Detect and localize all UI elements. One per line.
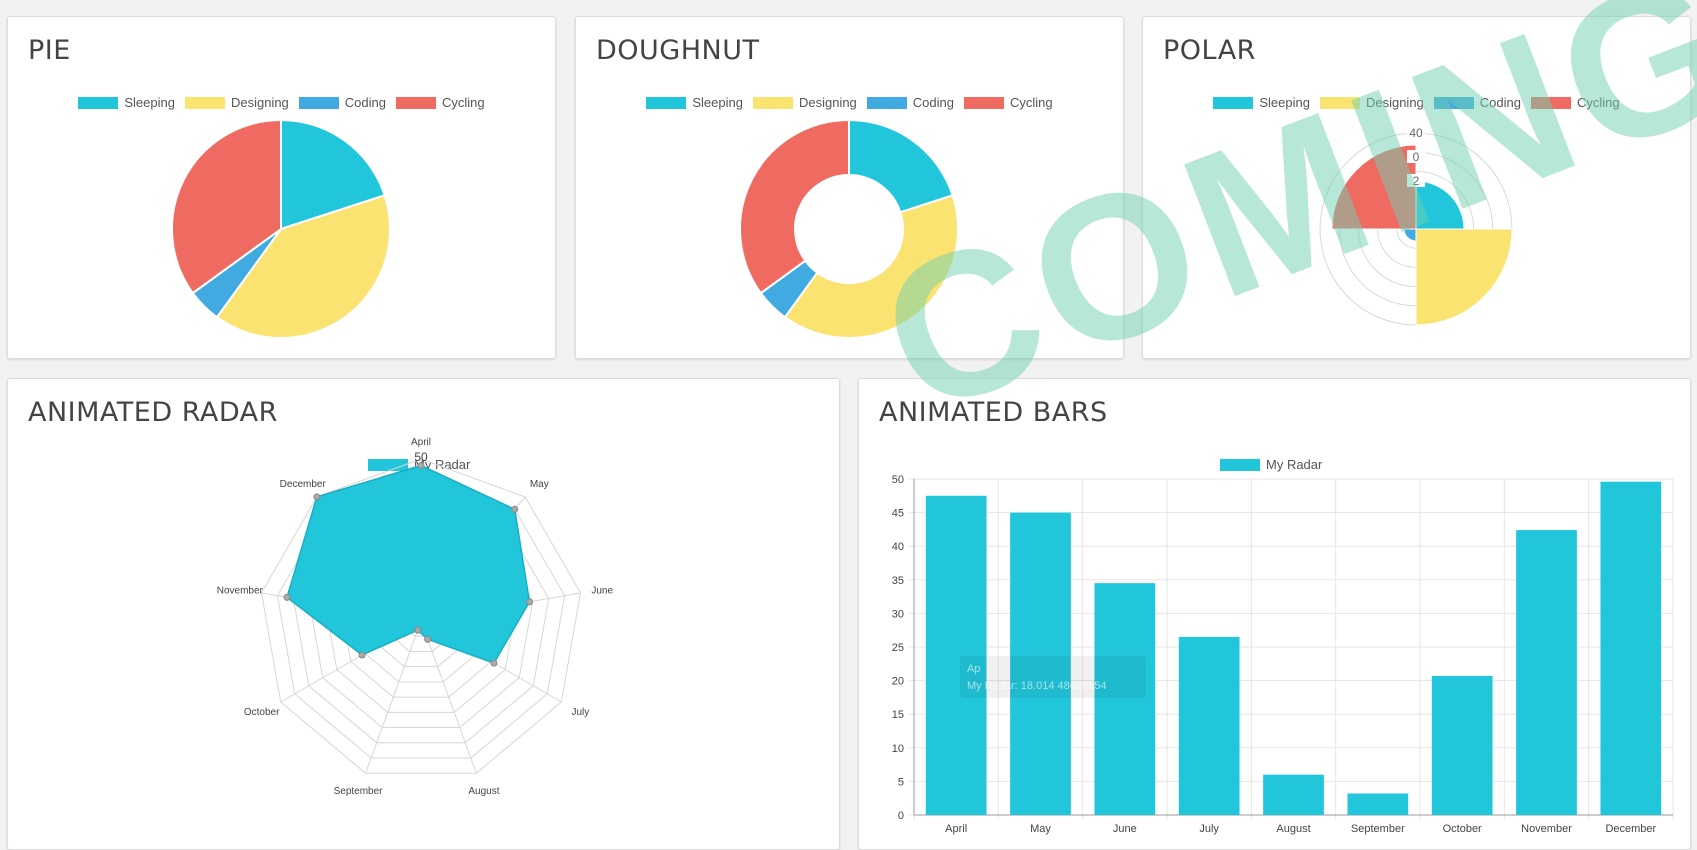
radar-point-october	[358, 651, 366, 659]
radar-axis-label-november: November	[217, 586, 264, 597]
polar-panel: POLAR Sleeping Designing Coding Cycling …	[1142, 16, 1691, 359]
radar-axis-label-july: July	[571, 707, 589, 718]
radar-axis-label-october: October	[244, 707, 280, 718]
radar-point-may	[511, 505, 519, 513]
polar-chart[interactable]: 40 0 2	[1143, 17, 1690, 358]
slice-cycling	[739, 118, 850, 295]
bar-x-tick-label: July	[1199, 823, 1219, 835]
bar-tooltip-value: My Radar: 18.014 48026654	[967, 680, 1106, 692]
bar-october	[1431, 675, 1493, 815]
radar-axis-label-august: August	[468, 786, 499, 797]
radar-area-my-radar	[286, 464, 531, 665]
pie-chart[interactable]	[8, 17, 555, 358]
slice-sleeping	[848, 118, 954, 214]
bar-y-tick-label: 20	[892, 676, 904, 688]
bar-y-tick-label: 15	[892, 709, 904, 721]
bar-june	[1094, 583, 1156, 815]
radar-axis-label-april: April	[411, 437, 431, 448]
radar-point-august	[424, 635, 432, 643]
radar-point-december	[313, 493, 321, 501]
radar-point-november	[283, 593, 291, 601]
radar-point-september	[414, 626, 422, 634]
bar-november	[1516, 530, 1577, 815]
radar-axis-label-december: December	[280, 479, 327, 490]
bar-y-tick-label: 5	[898, 776, 904, 788]
doughnut-chart[interactable]	[576, 17, 1123, 358]
bar-x-tick-label: June	[1113, 823, 1137, 835]
bar-april	[925, 495, 987, 815]
bar-july	[1178, 636, 1240, 815]
radar-tick-label: 50	[414, 450, 428, 464]
bar-august	[1263, 774, 1324, 815]
polar-slice-coding	[1403, 228, 1417, 242]
bar-x-tick-label: October	[1443, 823, 1482, 835]
radar-chart[interactable]: April May June July August September October No…	[8, 379, 839, 849]
bar-tooltip-title: Ap	[967, 663, 980, 675]
bar-y-tick-label: 0	[898, 810, 904, 822]
polar-slice-cycling	[1331, 144, 1417, 230]
bar-chart[interactable]: 0 5 10 15 20 25 30 35 40 45 50 April May June July Augu…	[859, 379, 1690, 849]
radar-axis-label-september: September	[334, 786, 384, 797]
bar-y-tick-label: 40	[892, 541, 904, 553]
bar-y-tick-label: 25	[892, 642, 904, 654]
bar-x-tick-label: April	[945, 823, 967, 835]
bar-september	[1347, 793, 1409, 815]
bar-y-tick-label: 45	[892, 508, 904, 520]
radar-axis-label-may: May	[530, 479, 549, 490]
radar-point-june	[525, 598, 533, 606]
radar-axis-label-june: June	[591, 586, 613, 597]
bar-y-tick-label: 50	[892, 474, 904, 486]
bars-panel: ANIMATED BARS My Radar 0 5 10 15 20 25 30 35 40 4…	[858, 378, 1691, 850]
bar-december	[1600, 481, 1662, 815]
polar-slice-designing	[1415, 228, 1513, 326]
polar-tick-label: 40	[1409, 126, 1423, 140]
polar-tick-label: 0	[1413, 150, 1420, 164]
bar-y-tick-label: 10	[892, 743, 904, 755]
bar-y-tick-label: 30	[892, 608, 904, 620]
radar-panel: ANIMATED RADAR My Radar April May June July…	[7, 378, 840, 850]
bar-x-tick-label: May	[1030, 823, 1051, 835]
bar-y-tick-label: 35	[892, 575, 904, 587]
pie-panel: PIE Sleeping Designing Coding Cycling	[7, 16, 556, 359]
bar-x-tick-label: November	[1521, 823, 1572, 835]
bar-x-tick-label: September	[1351, 823, 1405, 835]
polar-tick-label: 2	[1413, 174, 1420, 188]
bar-x-tick-label: December	[1605, 823, 1656, 835]
bar-x-tick-label: August	[1276, 823, 1310, 835]
radar-point-july	[490, 659, 498, 667]
doughnut-panel: DOUGHNUT Sleeping Designing Coding Cycli…	[575, 16, 1124, 359]
